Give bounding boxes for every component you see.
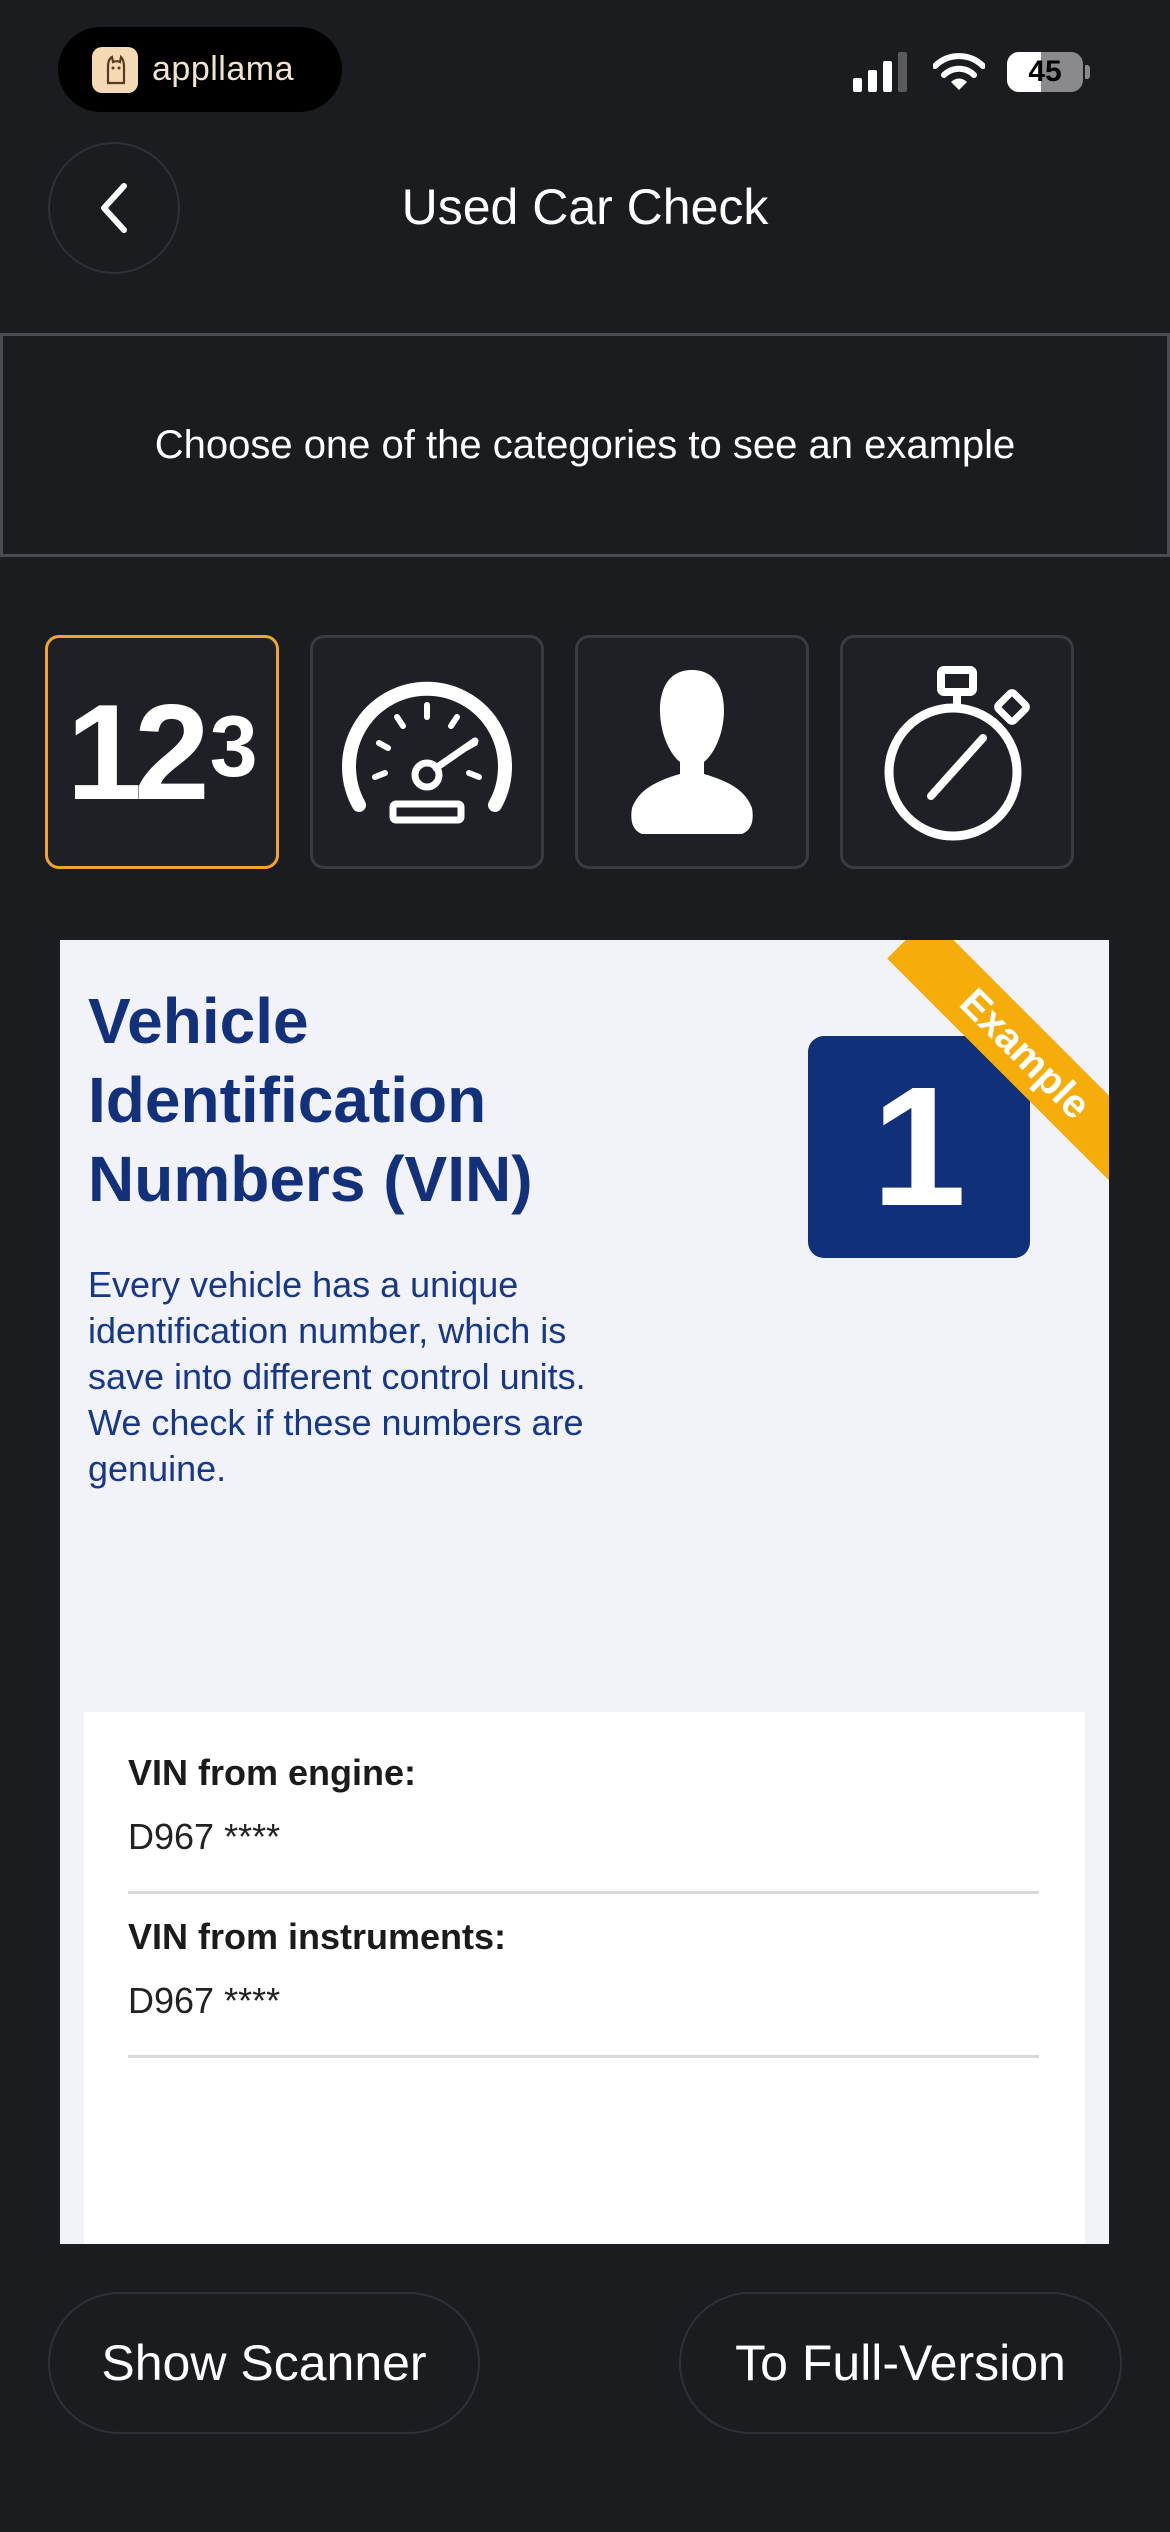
hint-box: Choose one of the categories to see an e… — [0, 333, 1170, 557]
page-title: Used Car Check — [401, 179, 769, 235]
status-icons: 45 — [853, 52, 1090, 92]
vin-value: D967 **** — [128, 1816, 281, 1857]
card-title-line: Numbers (VIN) — [88, 1143, 533, 1215]
speedometer-icon — [342, 681, 512, 824]
battery-level: 45 — [1028, 55, 1062, 88]
app-name: appllama — [152, 50, 294, 88]
llama-logo-icon — [92, 46, 138, 93]
card-title-line: Vehicle — [88, 985, 309, 1057]
battery-nub — [1085, 65, 1090, 79]
vin-icon-digits: 12 — [66, 676, 209, 828]
card-title-line: Identification — [88, 1064, 487, 1136]
vin-number-icon: 12 3 — [66, 684, 257, 820]
example-card: Vehicle Identification Numbers (VIN) 1 E… — [60, 940, 1109, 2244]
vin-value: D967 **** — [128, 1980, 281, 2021]
category-tiles: 12 3 — [45, 635, 1074, 869]
description-line: save into different control units. — [88, 1356, 586, 1397]
vin-row-instruments: VIN from instruments: D967 **** — [128, 1912, 1039, 2058]
battery-indicator: 45 — [1007, 52, 1083, 92]
hint-text: Choose one of the categories to see an e… — [154, 422, 1016, 467]
app-indicator: appllama — [58, 27, 342, 112]
show-scanner-button[interactable]: Show Scanner — [48, 2292, 480, 2434]
description-line: We check if these numbers are — [88, 1402, 584, 1443]
card-description: Every vehicle has a unique identificatio… — [88, 1262, 748, 1492]
category-number-badge: 1 — [808, 1036, 1030, 1258]
category-vin[interactable]: 12 3 — [45, 635, 279, 869]
person-icon — [631, 670, 753, 834]
description-line: identification number, which is — [88, 1310, 567, 1351]
vin-panel: VIN from engine: D967 **** VIN from inst… — [84, 1712, 1085, 2244]
full-version-button[interactable]: To Full-Version — [679, 2292, 1122, 2434]
category-owner[interactable] — [575, 635, 809, 869]
category-mileage[interactable] — [310, 635, 544, 869]
description-line: genuine. — [88, 1448, 227, 1489]
description-line: Every vehicle has a unique — [88, 1264, 519, 1305]
vin-label: VIN from instruments: — [128, 1916, 507, 1957]
vin-row-engine: VIN from engine: D967 **** — [128, 1748, 1039, 1894]
screen: appllama 45 Used Car Check Choose one of… — [0, 0, 1170, 2532]
stopwatch-icon — [884, 666, 1030, 841]
card-title: Vehicle Identification Numbers (VIN) — [88, 982, 728, 1219]
signal-icon — [853, 52, 907, 92]
vin-icon-small-digit: 3 — [209, 699, 258, 795]
category-timer[interactable] — [840, 635, 1074, 869]
vin-label: VIN from engine: — [128, 1752, 417, 1793]
wifi-icon — [933, 53, 985, 90]
